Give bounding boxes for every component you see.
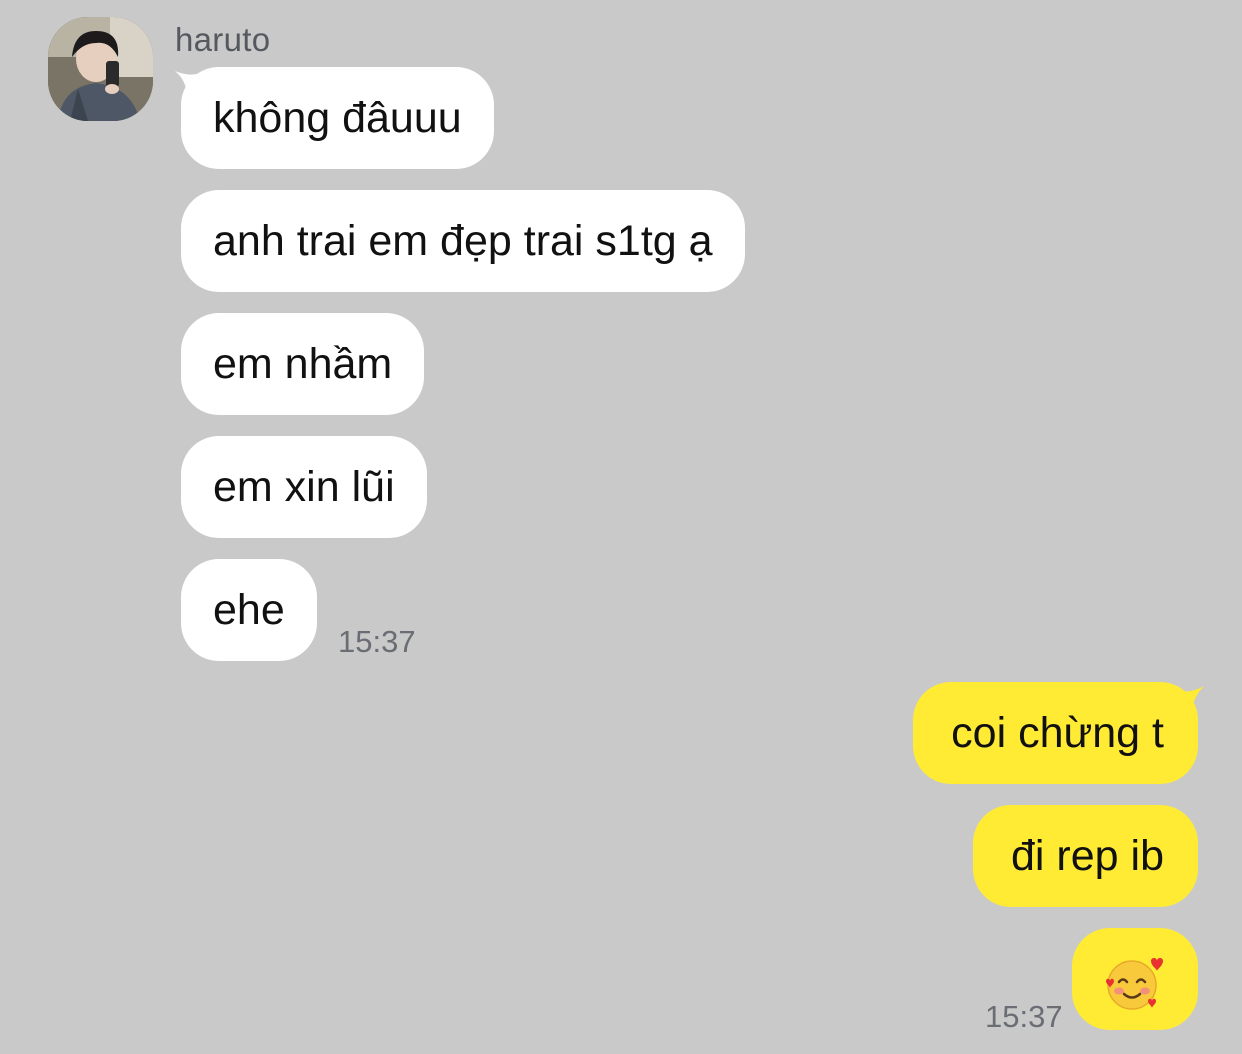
smiling-face-with-hearts-icon (1104, 953, 1166, 1011)
incoming-message-bubble[interactable]: em nhầm (181, 313, 425, 415)
message-text: em xin lũi (213, 463, 395, 511)
outgoing-message-bubble[interactable]: coi chừng t (913, 682, 1198, 784)
sender-name[interactable]: haruto (175, 20, 270, 60)
incoming-message-bubble[interactable]: anh trai em đẹp trai s1tg ạ (181, 190, 745, 292)
contact-avatar[interactable] (48, 17, 153, 121)
message-text: coi chừng t (951, 709, 1164, 757)
message-text: em nhầm (213, 340, 393, 388)
outgoing-message-bubble[interactable]: đi rep ib (973, 805, 1198, 907)
message-text: không đâuuu (213, 94, 462, 142)
incoming-message-bubble[interactable]: ehe (181, 559, 317, 661)
message-text: ehe (213, 586, 285, 634)
contact-avatar-photo-icon (48, 17, 153, 121)
message-text: anh trai em đẹp trai s1tg ạ (213, 217, 713, 265)
incoming-timestamp: 15:37 (338, 624, 416, 659)
outgoing-emoji-bubble[interactable] (1072, 928, 1198, 1030)
outgoing-timestamp: 15:37 (985, 999, 1063, 1034)
message-text: đi rep ib (1011, 832, 1164, 880)
incoming-message-bubble[interactable]: không đâuuu (181, 67, 494, 169)
incoming-message-bubble[interactable]: em xin lũi (181, 436, 427, 538)
